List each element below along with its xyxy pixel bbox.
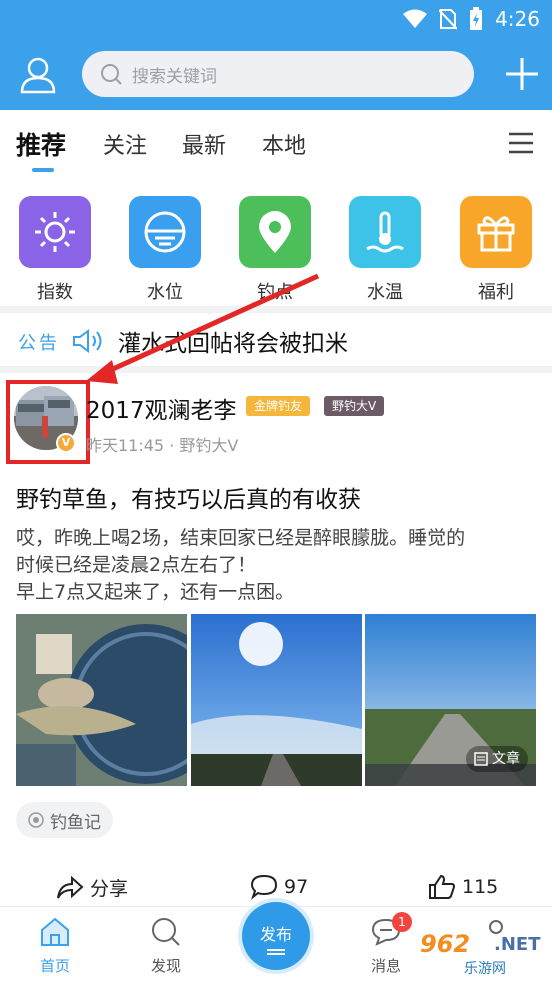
nav-home[interactable]: 首页 — [15, 917, 95, 976]
post-body-line: 哎，昨晚上喝2场，结束回家已经是醉眼朦胧。睡觉的 — [16, 527, 466, 549]
post-photo-sky[interactable] — [191, 614, 362, 786]
home-icon — [41, 917, 69, 946]
post-meta: 昨天11:45 · 野钓大V — [86, 436, 239, 455]
like-button[interactable]: 115 — [428, 874, 498, 900]
nav-discover-label: 发现 — [150, 957, 181, 975]
post-body[interactable]: 哎，昨晚上喝2场，结束回家已经是醉眼朦胧。睡觉的 时候已经是凌晨2点左右了！ 早… — [16, 525, 536, 606]
share-icon — [57, 875, 84, 898]
topic-icon — [28, 812, 44, 828]
watermark-number: 962 — [420, 930, 471, 958]
watermark-suffix: .NET — [494, 934, 541, 955]
post-body-line: 时候已经是凌晨2点左右了！ — [16, 554, 257, 576]
publish-label: 发布 — [259, 925, 292, 944]
thumbs-up-icon — [429, 874, 456, 899]
post-username[interactable]: 2017观澜老李 — [86, 391, 237, 425]
share-label: 分享 — [90, 878, 129, 900]
comment-button[interactable]: 97 — [250, 874, 308, 900]
publish-lines-icon — [267, 949, 285, 951]
post-photo-road[interactable]: 文章 — [365, 614, 536, 786]
article-tag-label: 文章 — [492, 751, 520, 767]
message-count-badge: 1 — [392, 912, 412, 932]
article-icon — [474, 752, 488, 766]
post-title[interactable]: 野钓草鱼，有技巧以后真的有收获 — [16, 480, 361, 514]
like-count: 115 — [462, 876, 499, 898]
nav-home-label: 首页 — [39, 957, 70, 975]
watermark-site: 乐游网 — [464, 961, 506, 977]
article-tag: 文章 — [466, 746, 528, 772]
nav-discover[interactable]: 发现 — [126, 917, 206, 976]
badge-gold-angler: 金牌钓友 — [246, 396, 311, 416]
post-photo-fish[interactable] — [16, 614, 187, 786]
site-watermark: 962 .NET 乐游网 — [414, 928, 548, 980]
badge-wild-fishing-v: 野钓大V — [324, 396, 385, 416]
topic-label: 钓鱼记 — [50, 812, 101, 833]
publish-button[interactable]: 发布 — [242, 902, 310, 970]
post-body-line: 早上7点又起来了，还有一点困。 — [16, 581, 295, 603]
comment-icon — [250, 874, 278, 900]
share-button[interactable]: 分享 — [56, 874, 128, 901]
post-photos: 文章 — [16, 614, 536, 786]
comment-count: 97 — [284, 876, 309, 898]
discover-icon — [152, 918, 180, 946]
topic-chip[interactable]: 钓鱼记 — [16, 802, 113, 838]
